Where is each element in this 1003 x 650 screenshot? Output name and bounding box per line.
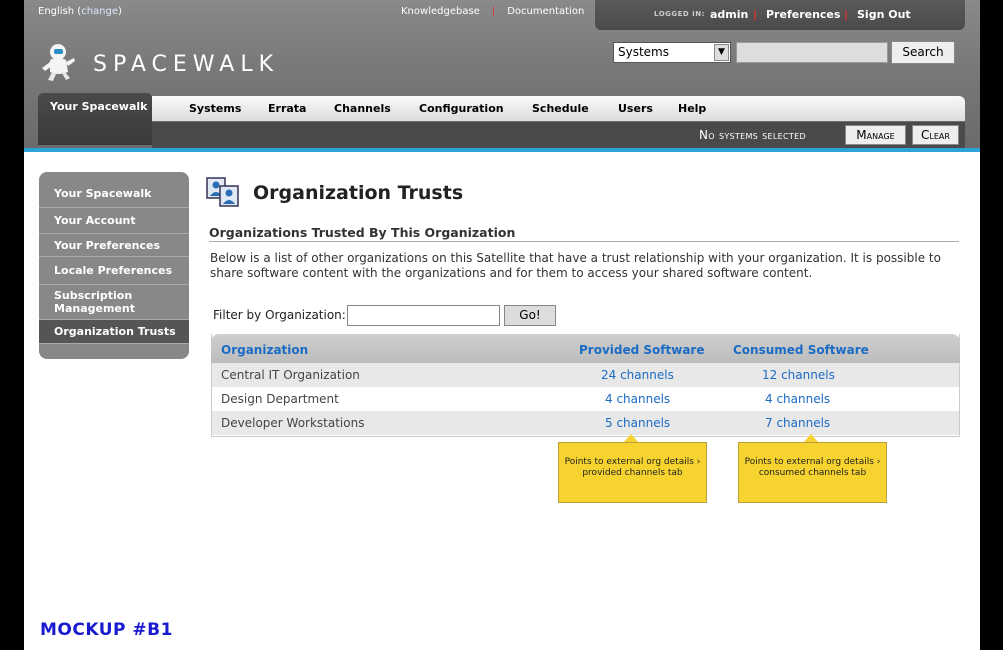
tab-schedule[interactable]: Schedule: [532, 102, 589, 115]
language-selector: English (change): [38, 6, 122, 17]
clear-button[interactable]: Clear: [912, 125, 959, 145]
spacewalk-logo[interactable]: SPACEWALK: [38, 42, 273, 82]
organization-trusts-icon: [206, 177, 239, 207]
tab-systems[interactable]: Systems: [189, 102, 241, 115]
documentation-link[interactable]: Documentation: [507, 6, 584, 17]
page-title: Organization Trusts: [253, 182, 464, 204]
language-change-link[interactable]: change: [81, 6, 118, 17]
column-organization[interactable]: Organization: [221, 343, 308, 357]
chevron-down-icon[interactable]: ▼: [714, 44, 729, 61]
column-consumed-software[interactable]: Consumed Software: [733, 343, 869, 357]
table-row: Developer Workstations 5 channels 7 chan…: [212, 411, 959, 435]
user-bar: LOGGED IN: admin | Preferences | Sign Ou…: [595, 0, 965, 30]
consumed-channels-link[interactable]: 7 channels: [765, 416, 830, 430]
go-button[interactable]: Go!: [504, 305, 556, 326]
table-row: Design Department 4 channels 4 channels: [212, 387, 959, 411]
search-button[interactable]: Search: [891, 41, 955, 64]
header-accent-line: [24, 148, 980, 152]
section-description: Below is a list of other organizations o…: [210, 251, 941, 280]
page: English (change) Knowledgebase | Documen…: [24, 0, 980, 650]
sign-out-link[interactable]: Sign Out: [857, 8, 911, 21]
sidebar-item-your-preferences[interactable]: Your Preferences: [39, 234, 189, 257]
tab-channels[interactable]: Channels: [334, 102, 391, 115]
section-title: Organizations Trusted By This Organizati…: [209, 225, 516, 240]
provided-channels-link[interactable]: 24 channels: [601, 368, 674, 382]
section-divider: [209, 241, 959, 242]
top-links: Knowledgebase | Documentation: [401, 6, 584, 17]
tab-users[interactable]: Users: [618, 102, 653, 115]
separator: |: [844, 8, 849, 21]
consumed-channels-link[interactable]: 4 channels: [765, 392, 830, 406]
selection-status: No systems selected: [699, 128, 806, 142]
org-name: Central IT Organization: [221, 368, 360, 382]
filter-label: Filter by Organization:: [213, 308, 346, 322]
sidebar-item-subscription-management[interactable]: Subscription Management: [39, 285, 189, 320]
mockup-label: MOCKUP #B1: [40, 620, 173, 640]
sidebar-item-organization-trusts[interactable]: Organization Trusts: [39, 320, 189, 344]
system-selection-bar: No systems selected Manage Clear: [152, 122, 965, 148]
filter-input[interactable]: [347, 305, 500, 326]
language-label: English: [38, 6, 75, 17]
header: English (change) Knowledgebase | Documen…: [24, 0, 980, 152]
sidebar-item-locale-preferences[interactable]: Locale Preferences: [39, 257, 189, 285]
consumed-channels-link[interactable]: 12 channels: [762, 368, 835, 382]
org-name: Design Department: [221, 392, 339, 406]
knowledgebase-link[interactable]: Knowledgebase: [401, 6, 480, 17]
search-type-select[interactable]: Systems ▼: [613, 42, 731, 63]
search-input[interactable]: [736, 42, 888, 63]
column-provided-software[interactable]: Provided Software: [579, 343, 704, 357]
username-link[interactable]: admin: [710, 8, 748, 21]
table-header: Organization Provided Software Consumed …: [211, 334, 960, 363]
astronaut-icon: [42, 44, 75, 81]
tab-help[interactable]: Help: [678, 102, 706, 115]
separator: |: [491, 6, 496, 17]
search-type-value: Systems: [618, 45, 669, 59]
main-nav: Your Spacewalk Systems Errata Channels C…: [38, 93, 965, 145]
preferences-link[interactable]: Preferences: [766, 8, 840, 21]
separator: |: [753, 8, 758, 21]
tab-your-spacewalk[interactable]: Your Spacewalk: [38, 93, 152, 145]
org-trusts-table: Organization Provided Software Consumed …: [211, 334, 960, 437]
provided-channels-link[interactable]: 4 channels: [605, 392, 670, 406]
manage-button[interactable]: Manage: [845, 125, 906, 145]
sidebar-item-your-spacewalk[interactable]: Your Spacewalk: [39, 180, 189, 208]
annotation-consumed: Points to external org details › consume…: [738, 442, 887, 503]
tab-configuration[interactable]: Configuration: [419, 102, 504, 115]
annotation-provided: Points to external org details › provide…: [558, 442, 707, 503]
tab-errata[interactable]: Errata: [268, 102, 306, 115]
logged-in-label: LOGGED IN:: [654, 10, 705, 18]
provided-channels-link[interactable]: 5 channels: [605, 416, 670, 430]
sidebar-item-your-account[interactable]: Your Account: [39, 208, 189, 234]
sidebar: Your Spacewalk Your Account Your Prefere…: [39, 172, 189, 359]
brand-name: SPACEWALK: [93, 52, 280, 77]
org-name: Developer Workstations: [221, 416, 365, 430]
table-row: Central IT Organization 24 channels 12 c…: [212, 363, 959, 387]
